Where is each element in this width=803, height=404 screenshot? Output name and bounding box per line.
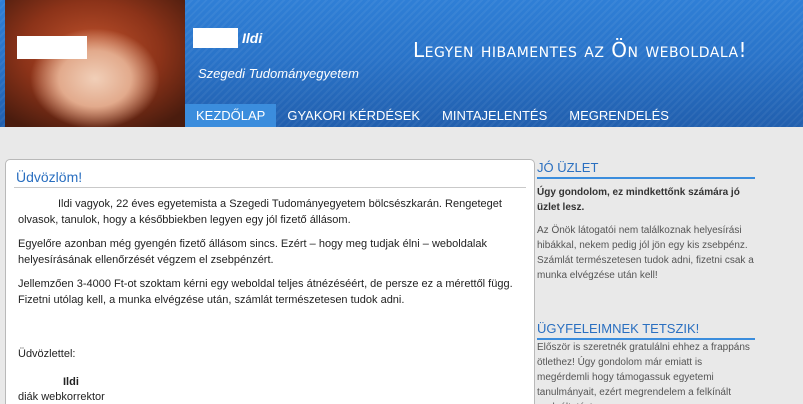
- header-name: Ildi: [242, 30, 263, 46]
- title-divider: [14, 187, 526, 188]
- page-title: Üdvözlöm!: [16, 169, 83, 185]
- signature-role: diák webkorrektor: [18, 391, 105, 403]
- name-redaction-box: [193, 28, 238, 48]
- signature-greeting: Üdvözlettel:: [18, 348, 76, 360]
- signature-name: Ildi: [63, 376, 79, 388]
- intro-paragraph: Ildi vagyok, 22 éves egyetemista a Szege…: [18, 198, 502, 226]
- sidebar-title-testimonial: Ügyfeleimnek tetszik!: [537, 321, 755, 340]
- main-content-box: Üdvözlöm! Ildi vagyok, 22 éves egyetemis…: [5, 159, 535, 404]
- site-header: Ildi Szegedi Tudományegyetem Legyen hiba…: [0, 0, 803, 127]
- header-university: Szegedi Tudományegyetem: [198, 66, 359, 81]
- sidebar-testimonial-text: Először is szeretnék gratulálni ehhez a …: [537, 342, 750, 404]
- main-nav: Kezdőlap Gyakori kérdések Mintajelentés …: [185, 104, 680, 127]
- sidebar-title-good-deal: Jó üzlet: [537, 160, 755, 179]
- sidebar-good-deal-text: Az Önök látogatói nem találkoznak helyes…: [537, 225, 754, 281]
- intro-paragraph: Egyelőre azonban még gyengén fizető állá…: [18, 238, 487, 266]
- redaction-box: [17, 36, 87, 59]
- site-slogan: Legyen hibamentes az Ön weboldala!: [413, 38, 748, 62]
- profile-photo: [5, 0, 185, 127]
- nav-item-home[interactable]: Kezdőlap: [185, 104, 277, 127]
- nav-item-order[interactable]: Megrendelés: [558, 104, 680, 127]
- intro-text: Ildi vagyok, 22 éves egyetemista a Szege…: [18, 196, 530, 316]
- sidebar-lead-text: Úgy gondolom, ez mindkettőnk számára jó …: [537, 187, 740, 213]
- intro-paragraph: Jellemzően 3-4000 Ft-ot szoktam kérni eg…: [18, 278, 513, 306]
- nav-item-faq[interactable]: Gyakori kérdések: [276, 104, 431, 127]
- nav-item-sample-report[interactable]: Mintajelentés: [431, 104, 558, 127]
